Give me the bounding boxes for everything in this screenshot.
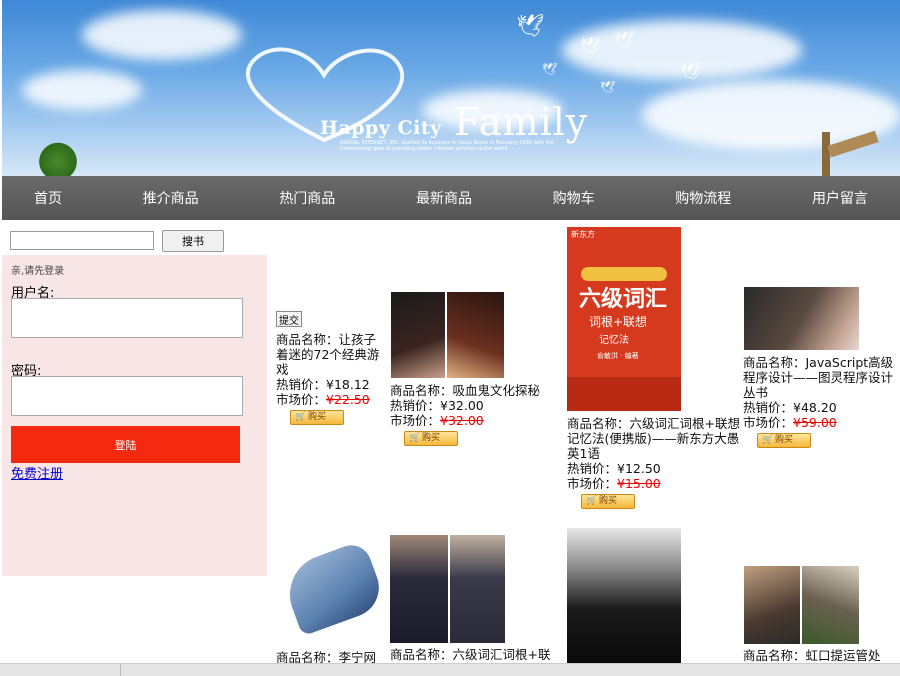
product-market-price: 市场价：¥59.00 (743, 415, 837, 430)
buy-button[interactable]: 🛒 购买 (404, 431, 458, 446)
product-image[interactable] (391, 292, 504, 378)
product-hot-price: 热销价：¥12.50 (567, 461, 661, 476)
product-name[interactable]: 商品名称：JavaScript高级程序设计——图灵程序设计丛书 (743, 355, 900, 400)
product-name[interactable]: 商品名称：虹口提运管处 (743, 648, 900, 663)
search-button[interactable]: 搜书 (162, 230, 224, 252)
product-image[interactable]: 新东方 六级词汇 词根+联想 记忆法 俞敏洪 · 编著 (567, 227, 681, 411)
book-title: 六级词汇 (579, 287, 668, 312)
cart-icon: 🛒 (295, 412, 307, 422)
bird-icon: 🕊 (580, 36, 601, 55)
cart-icon: 🛒 (762, 435, 774, 445)
nav-hot[interactable]: 热门商品 (279, 188, 335, 208)
nav-home[interactable]: 首页 (34, 188, 62, 208)
product-market-price: 市场价：¥32.00 (390, 413, 484, 428)
username-field[interactable] (11, 298, 243, 338)
buy-button[interactable]: 🛒 购买 (581, 494, 635, 509)
header-banner: Happy City Family ASADAL INTERNET, INC. … (2, 0, 900, 176)
bird-icon: 🕊 (542, 62, 558, 76)
product-card: 商品名称：JavaScript高级程序设计——图灵程序设计丛书 热销价：¥48.… (743, 355, 900, 448)
product-card: 商品名称：六级词汇词根+联 (390, 647, 566, 662)
password-field[interactable] (11, 376, 243, 416)
book-author: 俞敏洪 · 编著 (597, 352, 639, 360)
scrollbar-thumb[interactable] (0, 664, 121, 676)
brand-big-text: Family (454, 100, 589, 144)
product-card: 商品名称：吸血鬼文化探秘 热销价：¥32.00 市场价：¥32.00 🛒 购买 (390, 383, 565, 446)
tree-decoration (36, 140, 80, 176)
product-card: 商品名称：虹口提运管处 (743, 648, 900, 663)
product-name[interactable]: 商品名称：吸血鬼文化探秘 (390, 383, 565, 398)
product-image[interactable] (744, 287, 859, 350)
login-hint: 亲,请先登录 (11, 266, 65, 277)
submit-button[interactable]: 提交 (276, 311, 302, 327)
product-hot-price: 热销价：¥18.12 (276, 377, 370, 392)
login-button[interactable]: 登陆 (11, 426, 240, 463)
search-input[interactable] (10, 231, 154, 250)
product-card: 商品名称：六级词汇词根+联想记忆法(便携版)——新东方大愚英1语 热销价：¥12… (567, 416, 743, 509)
book-subtitle2: 记忆法 (599, 335, 629, 346)
product-name[interactable]: 商品名称：让孩子着迷的72个经典游戏 (276, 332, 386, 377)
buy-button[interactable]: 🛒 购买 (757, 433, 811, 448)
nav-cart[interactable]: 购物车 (553, 188, 595, 208)
signpost-decoration (822, 132, 830, 176)
buy-button[interactable]: 🛒 购买 (290, 410, 344, 425)
book-subtitle: 词根+联想 (589, 315, 648, 329)
bird-icon: 🕊 (680, 62, 701, 81)
product-hot-price: 热销价：¥48.20 (743, 400, 837, 415)
horizontal-scrollbar[interactable] (0, 663, 900, 676)
cart-icon: 🛒 (586, 496, 598, 506)
product-name[interactable]: 商品名称：六级词汇词根+联想记忆法(便携版)——新东方大愚英1语 (567, 416, 743, 461)
book-publisher: 新东方 (571, 230, 595, 239)
nav-shopping-process[interactable]: 购物流程 (675, 188, 731, 208)
register-link[interactable]: 免费注册 (11, 463, 63, 482)
product-market-price: 市场价：¥15.00 (567, 476, 661, 491)
bird-icon: 🕊 (614, 30, 635, 49)
product-image[interactable] (744, 566, 859, 644)
bird-icon: 🕊 (600, 80, 616, 94)
product-name[interactable]: 商品名称：六级词汇词根+联 (390, 647, 566, 662)
product-hot-price: 热销价：¥32.00 (390, 398, 484, 413)
product-image[interactable] (390, 535, 505, 643)
nav-guestbook[interactable]: 用户留言 (812, 188, 868, 208)
nav-recommended[interactable]: 推介商品 (143, 188, 199, 208)
brand-small-text: Happy City (320, 117, 442, 139)
product-image[interactable] (567, 528, 681, 663)
brand-tagline: ASADAL INTERNET, INC. started its busine… (340, 140, 554, 152)
nav-newest[interactable]: 最新商品 (416, 188, 472, 208)
login-panel: 亲,请先登录 用户名: 密码: 登陆 免费注册 (2, 255, 267, 576)
bird-icon: 🕊 (516, 14, 544, 39)
product-card: 商品名称：让孩子着迷的72个经典游戏 热销价：¥18.12 市场价：¥22.50… (276, 332, 386, 425)
main-nav: 首页 推介商品 热门商品 最新商品 购物车 购物流程 用户留言 (2, 176, 900, 220)
product-market-price: 市场价：¥22.50 (276, 392, 370, 407)
cart-icon: 🛒 (409, 433, 421, 443)
product-image[interactable] (280, 533, 384, 641)
